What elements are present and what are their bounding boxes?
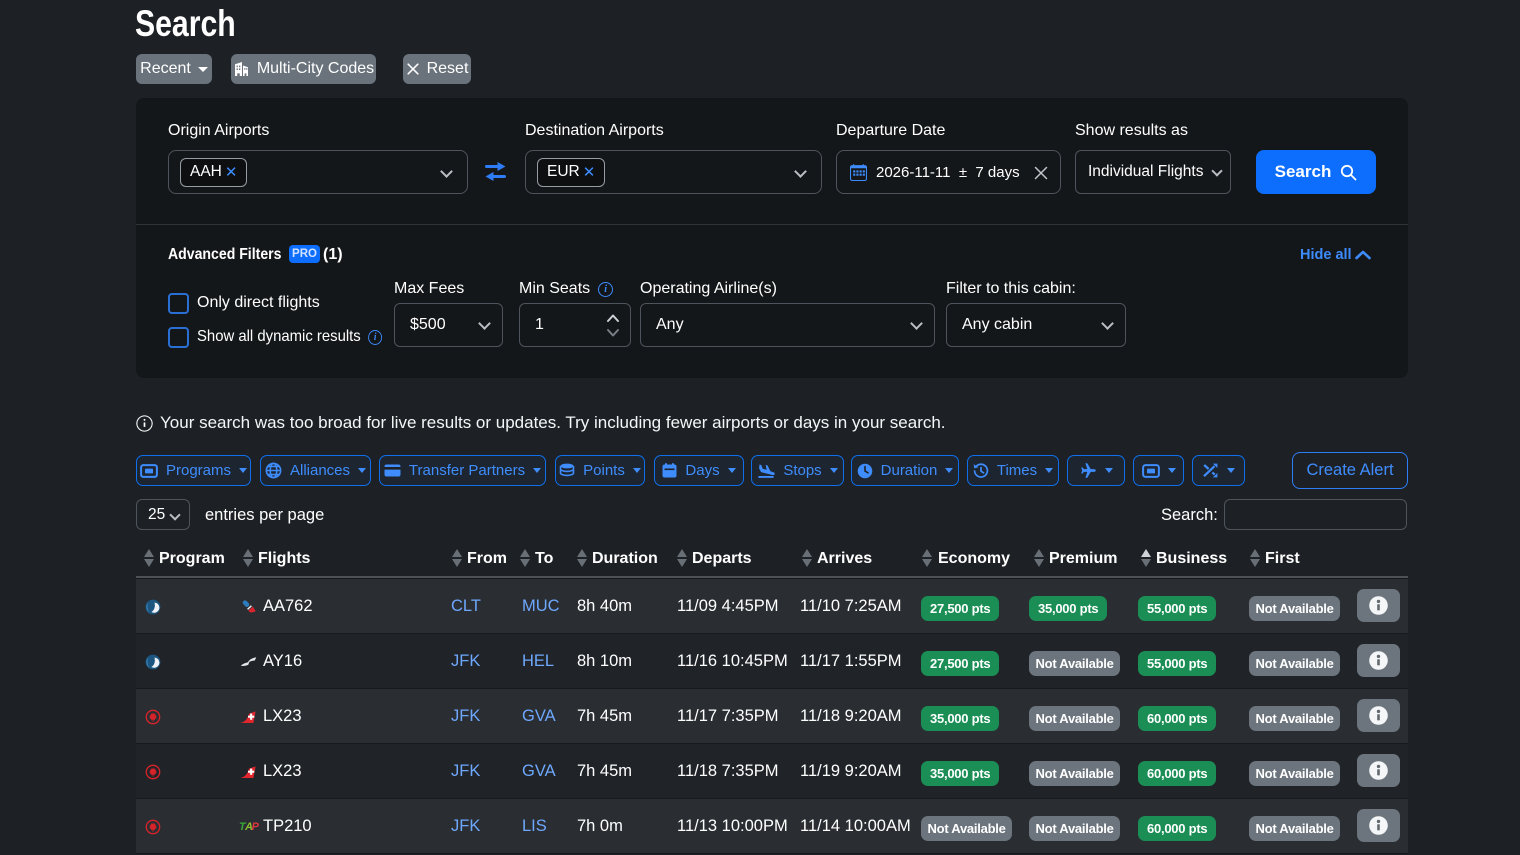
svg-text:P: P [252,821,259,833]
